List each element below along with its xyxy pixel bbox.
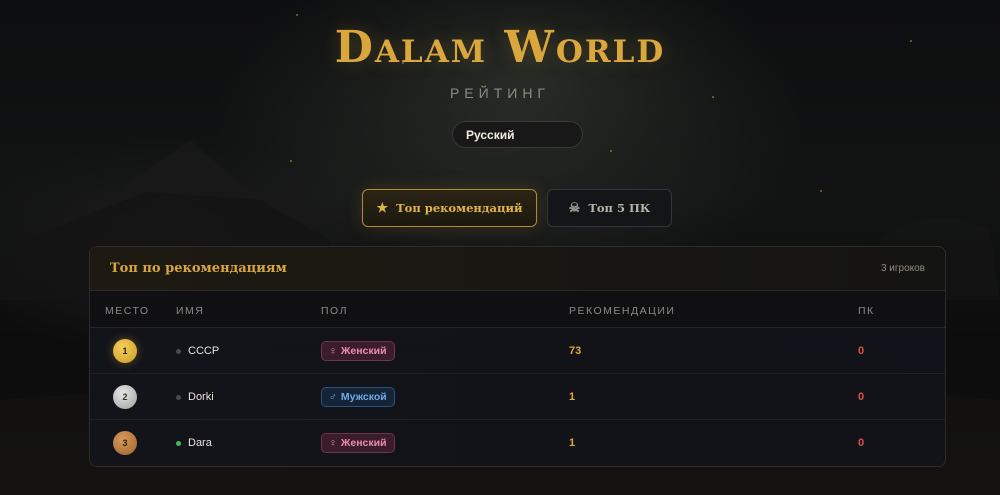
rank-medal-gold: 1	[113, 339, 137, 363]
tab-top-recommendations[interactable]: ★ Топ рекомендаций	[362, 189, 537, 227]
firefly-particle	[296, 14, 298, 16]
tab-label: Топ 5 ПК	[588, 201, 651, 215]
female-icon: ♀	[329, 437, 337, 449]
firefly-particle	[290, 160, 292, 162]
gender-label: Женский	[340, 345, 387, 357]
gender-label: Женский	[340, 437, 387, 449]
pk-value: 0	[858, 437, 865, 449]
panel-header: Топ по рекомендациям 3 игроков	[90, 247, 945, 291]
recommendations-value: 73	[569, 345, 582, 357]
gender-badge-male: ♂ Мужской	[321, 387, 395, 407]
recommendations-value: 1	[569, 391, 576, 403]
column-header-recommendations: РЕКОМЕНДАЦИИ	[569, 305, 676, 317]
panel-title: Топ по рекомендациям	[110, 261, 287, 276]
gender-label: Мужской	[340, 391, 387, 403]
table-header: МЕСТО ИМЯ ПОЛ РЕКОМЕНДАЦИИ ПК	[90, 291, 945, 328]
language-select-value: Русский	[466, 128, 515, 142]
tab-label: Топ рекомендаций	[396, 201, 523, 215]
firefly-particle	[820, 190, 822, 192]
pk-value: 0	[858, 391, 865, 403]
offline-status-dot	[176, 348, 181, 354]
rank-medal-bronze: 3	[113, 431, 137, 455]
table-row: 2 Dorki ♂ Мужской 1 0	[90, 374, 945, 420]
player-name: СССР	[188, 345, 220, 357]
column-header-name: ИМЯ	[176, 305, 205, 317]
table-row: 3 Dara ♀ Женский 1 0	[90, 420, 945, 466]
ranking-panel: Топ по рекомендациям 3 игроков МЕСТО ИМЯ…	[89, 246, 946, 467]
player-name: Dara	[188, 437, 212, 449]
offline-status-dot	[176, 394, 181, 400]
gender-badge-female: ♀ Женский	[321, 341, 395, 361]
table-row: 1 СССР ♀ Женский 73 0	[90, 328, 945, 374]
skull-icon: ☠	[568, 200, 581, 216]
recommendations-value: 1	[569, 437, 576, 449]
pk-value: 0	[858, 345, 865, 357]
firefly-particle	[610, 150, 612, 152]
player-count: 3 игроков	[880, 263, 925, 274]
page-subtitle: РЕЙТИНГ	[449, 85, 551, 101]
female-icon: ♀	[329, 345, 337, 357]
tab-top-pk[interactable]: ☠ Топ 5 ПК	[547, 189, 672, 227]
column-header-pk: ПК	[858, 305, 875, 317]
page-title: Dalam World	[334, 22, 666, 73]
online-status-dot	[176, 440, 181, 446]
column-header-place: МЕСТО	[105, 305, 150, 317]
star-icon: ★	[376, 200, 389, 216]
male-icon: ♂	[329, 391, 337, 403]
gender-badge-female: ♀ Женский	[321, 433, 395, 453]
language-select[interactable]: Русский	[452, 121, 583, 148]
player-name: Dorki	[188, 391, 214, 403]
column-header-gender: ПОЛ	[321, 305, 348, 317]
rank-medal-silver: 2	[113, 385, 137, 409]
